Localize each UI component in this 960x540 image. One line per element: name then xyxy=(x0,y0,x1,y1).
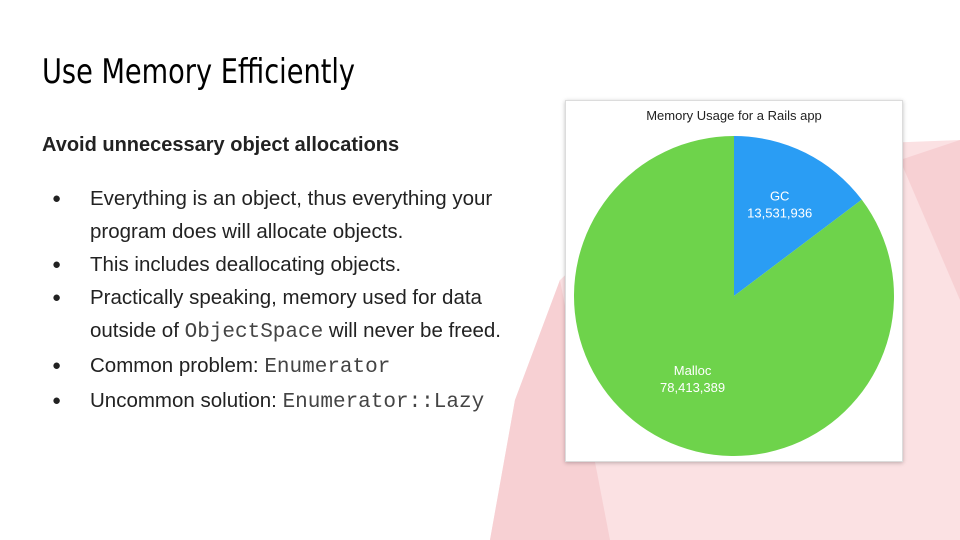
bullet-dot-icon: ● xyxy=(52,190,62,207)
pie-chart-panel: Memory Usage for a Rails app GC 13,531,936… xyxy=(565,100,903,462)
bullet-dot-icon: ● xyxy=(52,357,62,374)
slice-label-malloc: Malloc xyxy=(674,363,712,378)
bullet-item: ● Common problem: Enumerator xyxy=(42,349,542,384)
slice-label-gc: GC xyxy=(770,188,790,203)
slice-value-gc: 13,531,936 xyxy=(747,205,812,220)
bullet-dot-icon: ● xyxy=(52,392,62,409)
slide-title: Use Memory Efficiently xyxy=(42,52,356,92)
chart-title: Memory Usage for a Rails app xyxy=(646,108,822,123)
bullet-text: Common problem: xyxy=(90,354,265,377)
bullet-dot-icon: ● xyxy=(52,256,62,273)
bullet-text: This includes deallocating objects. xyxy=(90,253,402,276)
slice-value-malloc: 78,413,389 xyxy=(660,380,725,395)
bullet-dot-icon: ● xyxy=(52,289,62,306)
pie-chart: Memory Usage for a Rails app GC 13,531,936… xyxy=(573,108,894,456)
bullet-list: ● Everything is an object, thus everythin… xyxy=(42,182,542,419)
bullet-item: ● Uncommon solution: Enumerator::Lazy xyxy=(42,384,542,419)
bullet-item: ● This includes deallocating objects. xyxy=(42,248,542,281)
bullet-item: ● Everything is an object, thus everythin… xyxy=(42,182,542,248)
bullet-text: will never be freed. xyxy=(323,319,501,342)
bullet-text: Everything is an object, thus everything… xyxy=(90,187,493,243)
slide-subtitle: Avoid unnecessary object allocations xyxy=(42,134,400,156)
code-enumerator-lazy: Enumerator::Lazy xyxy=(282,391,485,414)
code-objectspace: ObjectSpace xyxy=(184,321,324,344)
code-enumerator: Enumerator xyxy=(264,356,391,379)
bullet-text: Uncommon solution: xyxy=(90,389,283,412)
bullet-item: ● Practically speaking, memory used for d… xyxy=(42,281,542,349)
